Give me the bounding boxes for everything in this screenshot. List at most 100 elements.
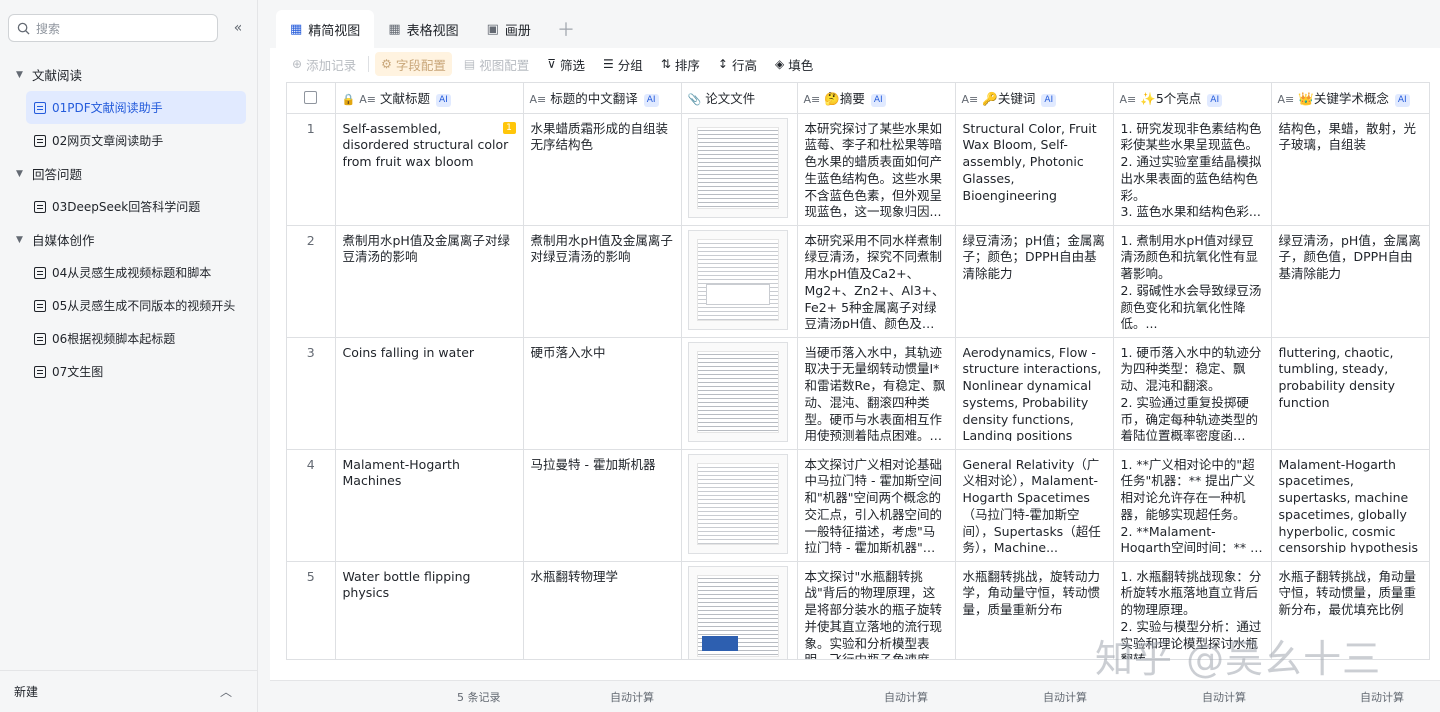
- filter-button[interactable]: ⊽ 筛选: [541, 52, 591, 76]
- cell-highlights[interactable]: 1. **广义相对论中的"超任务"机器：** 提出广义相对论允许存在一种机器，能…: [1113, 449, 1272, 562]
- tab-compact-view[interactable]: ▦ 精简视图: [276, 10, 375, 48]
- group-button[interactable]: ☰ 分组: [597, 52, 649, 76]
- sidebar-item-video-opening[interactable]: 05从灵感生成不同版本的视频开头: [26, 289, 246, 322]
- cell-value: Malament-Hogarth Machines: [342, 456, 460, 489]
- sidebar-item-text-to-image[interactable]: 07文生图: [26, 355, 246, 388]
- cell-summary[interactable]: 当硬币落入水中，其轨迹取决于无量纲转动惯量I*和雷诺数Re，有稳定、飘动、混沌、…: [797, 337, 956, 450]
- column-header-file[interactable]: 📎 论文文件: [681, 83, 798, 114]
- pdf-thumbnail[interactable]: [687, 341, 788, 442]
- cell-title[interactable]: 1 Self-assembled, disordered structural c…: [335, 113, 524, 226]
- cell-highlights[interactable]: 1. 水瓶翻转挑战现象：分析旋转水瓶落地直立背后的物理原理。 2. 实验与模型分…: [1113, 561, 1272, 659]
- cell-concepts[interactable]: Malament-Hogarth spacetimes, supertasks,…: [1271, 449, 1429, 562]
- cell-summary[interactable]: 本文探讨"水瓶翻转挑战"背后的物理原理，这是将部分装水的瓶子旋转并使其直立落地的…: [797, 561, 956, 659]
- column-header-title[interactable]: 🔒 A≡ 文献标题 AI: [335, 83, 524, 114]
- key-icon: 🔑: [982, 91, 998, 107]
- table-row[interactable]: 2 煮制用水pH值及金属离子对绿豆清汤的影响 煮制用水pH值及金属离子对绿豆清汤的影…: [287, 225, 1429, 338]
- row-number: 1: [287, 113, 336, 226]
- cell-keywords[interactable]: General Relativity（广义相对论），Malament-Hogar…: [955, 449, 1114, 562]
- cell-summary[interactable]: 本文探讨广义相对论基础中马拉门特 - 霍加斯空间和"机器"空间两个概念的交汇点，…: [797, 449, 956, 562]
- table-row[interactable]: 4 Malament-Hogarth Machines 马拉曼特 - 霍加斯机器 本文…: [287, 449, 1429, 562]
- cell-value: 本文探讨广义相对论基础中马拉门特 - 霍加斯空间和"机器"空间两个概念的交汇点，…: [804, 456, 943, 553]
- auto-calc-concepts[interactable]: 自动计算: [1202, 689, 1246, 705]
- sidebar-group-reading[interactable]: ▼ 文献阅读: [0, 58, 258, 91]
- cell-summary[interactable]: 本研究探讨了某些水果如蓝莓、李子和杜松果等暗色水果的蜡质表面如何产生蓝色结构色。…: [797, 113, 956, 226]
- table-row[interactable]: 3 Coins falling in water 硬币落入水中 当硬币落入水中，其轨迹…: [287, 337, 1429, 450]
- sort-button[interactable]: ⇅ 排序: [655, 52, 706, 76]
- cell-concepts[interactable]: 水瓶子翻转挑战，角动量守恒，转动惯量，质量重新分布，最优填充比例: [1271, 561, 1429, 659]
- sidebar-group-qa[interactable]: ▼ 回答问题: [0, 157, 258, 190]
- cell-title-zh[interactable]: 马拉曼特 - 霍加斯机器: [523, 449, 682, 562]
- cell-title[interactable]: Water bottle flipping physics: [335, 561, 524, 659]
- search-input[interactable]: 搜索: [36, 20, 60, 37]
- pdf-thumbnail[interactable]: [687, 453, 788, 554]
- cell-title-zh[interactable]: 煮制用水pH值及金属离子对绿豆清汤的影响: [523, 225, 682, 338]
- new-button[interactable]: 新建 ︿: [0, 670, 258, 712]
- cell-highlights[interactable]: 1. 研究发现非色素结构色彩使某些水果呈现蓝色。 2. 通过实验室重结晶模拟出水…: [1113, 113, 1272, 226]
- cell-file[interactable]: [681, 449, 798, 562]
- cell-keywords[interactable]: 绿豆清汤；pH值；金属离子；颜色；DPPH自由基清除能力: [955, 225, 1114, 338]
- cell-file[interactable]: [681, 561, 798, 659]
- column-header-concepts[interactable]: A≡ 👑关键学术概念 AI: [1271, 83, 1429, 114]
- cell-keywords[interactable]: Aerodynamics, Flow - structure interacti…: [955, 337, 1114, 450]
- pdf-thumbnail[interactable]: [687, 229, 788, 330]
- cell-file[interactable]: [681, 225, 798, 338]
- cell-text: 1. **广义相对论中的"超任务"机器：** 提出广义相对论允许存在一种机器，能…: [1121, 457, 1264, 553]
- pdf-page-preview: [696, 350, 779, 433]
- cell-highlights[interactable]: 1. 硬币落入水中的轨迹分为四种类型：稳定、飘动、混沌和翻滚。 2. 实验通过重…: [1113, 337, 1272, 450]
- cell-title-zh[interactable]: 硬币落入水中: [523, 337, 682, 450]
- cell-file[interactable]: [681, 337, 798, 450]
- field-config-button[interactable]: ⚙ 字段配置: [375, 52, 452, 76]
- cell-summary[interactable]: 本研究采用不同水样煮制绿豆清汤，探究不同煮制用水pH值及Ca2+、Mg2+、Zn…: [797, 225, 956, 338]
- add-view-button[interactable]: ＋: [545, 10, 587, 48]
- cell-concepts[interactable]: 结构色，果蜡，散射，光子玻璃，自组装: [1271, 113, 1429, 226]
- column-header-summary[interactable]: A≡ 🤔摘要 AI: [797, 83, 956, 114]
- column-header-keywords[interactable]: A≡ 🔑关键词 AI: [955, 83, 1114, 114]
- sidebar-item-video-script[interactable]: 04从灵感生成视频标题和脚本: [26, 256, 246, 289]
- cell-text: General Relativity（广义相对论），Malament-Hogar…: [963, 457, 1106, 553]
- cell-title[interactable]: Malament-Hogarth Machines: [335, 449, 524, 562]
- sidebar-group-media[interactable]: ▼ 自媒体创作: [0, 223, 258, 256]
- column-header-highlights[interactable]: A≡ ✨5个亮点 AI: [1113, 83, 1272, 114]
- search-box[interactable]: 搜索: [8, 14, 218, 42]
- table-row[interactable]: 1 1 Self-assembled, disordered structural …: [287, 113, 1429, 226]
- column-header-title-zh[interactable]: A≡ 标题的中文翻译 AI: [523, 83, 682, 114]
- fill-color-button[interactable]: ◈ 填色: [769, 52, 819, 76]
- sidebar-item-video-title[interactable]: 06根据视频脚本起标题: [26, 322, 246, 355]
- comment-badge[interactable]: 1: [502, 121, 516, 134]
- view-config-button[interactable]: ▤ 视图配置: [458, 52, 535, 76]
- chevron-up-icon[interactable]: ︿: [220, 683, 232, 700]
- cell-highlights[interactable]: 1. 煮制用水pH值对绿豆清汤颜色和抗氧化性有显著影响。 2. 弱碱性水会导致绿…: [1113, 225, 1272, 338]
- add-record-button[interactable]: ⊕ 添加记录: [286, 52, 362, 76]
- sidebar-item-web-reader[interactable]: 02网页文章阅读助手: [26, 124, 246, 157]
- table-row[interactable]: 5 Water bottle flipping physics 水瓶翻转物理学 本文探…: [287, 561, 1429, 659]
- tab-grid-view[interactable]: ▦ 表格视图: [374, 10, 472, 48]
- cell-keywords[interactable]: Structural Color, Fruit Wax Bloom, Self-…: [955, 113, 1114, 226]
- auto-calc-file[interactable]: 自动计算: [610, 689, 654, 705]
- cell-concepts[interactable]: fluttering, chaotic, tumbling, steady, p…: [1271, 337, 1429, 450]
- cell-title[interactable]: 煮制用水pH值及金属离子对绿豆清汤的影响: [335, 225, 524, 338]
- cell-text: Malament-Hogarth spacetimes, supertasks,…: [1279, 457, 1424, 553]
- cell-file[interactable]: [681, 113, 798, 226]
- text-field-icon: A≡: [803, 93, 821, 107]
- sidebar-item-pdf-reader[interactable]: 01PDF文献阅读助手: [26, 91, 246, 124]
- cell-text: 1. 硬币落入水中的轨迹分为四种类型：稳定、飘动、混沌和翻滚。 2. 实验通过重…: [1121, 345, 1264, 441]
- pdf-thumbnail[interactable]: [687, 565, 788, 659]
- pdf-page-preview: [696, 238, 779, 321]
- auto-calc-keywords[interactable]: 自动计算: [884, 689, 928, 705]
- cell-concepts[interactable]: 绿豆清汤，pH值，金属离子，颜色值，DPPH自由基清除能力: [1271, 225, 1429, 338]
- tab-gallery[interactable]: ▣ 画册: [473, 10, 545, 48]
- collapse-sidebar-icon[interactable]: «: [228, 18, 248, 38]
- auto-calc-highlights[interactable]: 自动计算: [1043, 689, 1087, 705]
- row-height-button[interactable]: ↕ 行高: [712, 52, 763, 76]
- sidebar-item-deepseek[interactable]: 03DeepSeek回答科学问题: [26, 190, 246, 223]
- pdf-thumbnail[interactable]: [687, 117, 788, 218]
- select-all-checkbox[interactable]: [287, 83, 336, 114]
- text-field-icon: A≡: [529, 93, 547, 107]
- auto-calc-last[interactable]: 自动计算: [1360, 689, 1404, 705]
- cell-title[interactable]: Coins falling in water: [335, 337, 524, 450]
- cell-value: 水瓶子翻转挑战，角动量守恒，转动惯量，质量重新分布，最优填充比例: [1278, 568, 1417, 618]
- cell-title-zh[interactable]: 水果蜡质霜形成的自组装无序结构色: [523, 113, 682, 226]
- cell-title-zh[interactable]: 水瓶翻转物理学: [523, 561, 682, 659]
- cell-keywords[interactable]: 水瓶翻转挑战，旋转动力学，角动量守恒，转动惯量，质量重新分布: [955, 561, 1114, 659]
- cell-value: Self-assembled, disordered structural co…: [342, 120, 509, 170]
